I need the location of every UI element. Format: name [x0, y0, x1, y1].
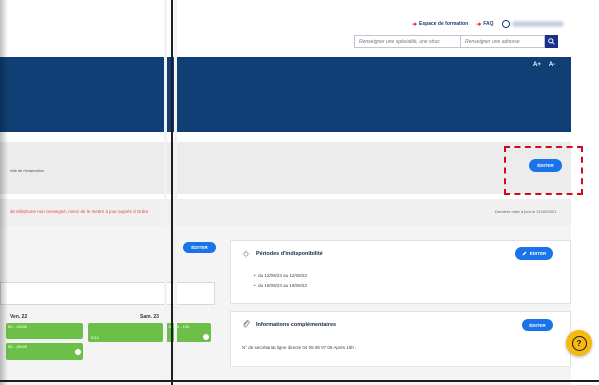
check-icon [75, 348, 81, 355]
additional-info-text: N° de secrétariat ligne directe 04 05 06… [242, 345, 357, 350]
check-icon [203, 334, 209, 340]
specialty-search-input[interactable] [354, 35, 461, 48]
top-links: ➜ Espace de formation ➜ FAQ [412, 20, 564, 28]
last-update-text: Dernière mise à jour le 21/09/2021 [495, 209, 557, 214]
status-band [0, 142, 571, 194]
faq-label: FAQ [483, 21, 494, 27]
unavailability-title: Périodes d'indisponibilité [256, 251, 323, 257]
period-text: du 19/09/23 au 19/09/23 [258, 283, 307, 288]
font-increase-button[interactable]: A+ [533, 62, 541, 68]
help-button[interactable]: ? [566, 330, 592, 356]
period-item: • du 12/09/23 au 12/09/23 [254, 273, 307, 278]
edit-schedule-button[interactable]: ÉDITER [183, 242, 216, 253]
training-space-label: Espace de formation [419, 21, 469, 27]
period-item: • du 19/09/23 au 19/09/23 [254, 283, 307, 288]
schedule-info-box [0, 282, 215, 305]
edit-unavailability-button[interactable]: ÉDITER [515, 247, 553, 260]
page: ➜ Espace de formation ➜ FAQ A+ A- rfait … [0, 0, 599, 385]
search-button[interactable] [545, 35, 558, 48]
period-text: du 12/09/23 au 12/09/23 [258, 273, 307, 278]
arrow-right-icon: ➜ [412, 21, 418, 28]
search-bar [354, 35, 558, 48]
time-slot-label: 0/12 [91, 335, 99, 340]
time-slot[interactable]: 0/12 [88, 323, 163, 342]
edit-schedule-label: ÉDITER [191, 245, 208, 250]
user-name-redacted [511, 21, 564, 27]
time-slot-label: 05 - 18h05 [8, 344, 28, 349]
bottom-divider [0, 380, 599, 382]
highlight-annotation [504, 146, 583, 195]
day-label-saturday: Sam. 23 [140, 314, 159, 320]
divider-line [164, 0, 167, 385]
warning-text: de téléphone non renseigné, merci de le … [10, 209, 149, 214]
left-edge-shadow [0, 0, 8, 385]
divider-line [171, 0, 173, 385]
pencil-icon [522, 251, 527, 256]
faq-link[interactable]: ➜ FAQ [476, 21, 493, 28]
additional-info-card [230, 311, 571, 367]
status-text: rfait de réclamation [10, 168, 45, 173]
edit-additional-info-label: ÉDITER [529, 322, 546, 328]
divider-line [174, 0, 177, 385]
font-decrease-button[interactable]: A- [549, 62, 555, 68]
help-icon: ? [571, 335, 587, 351]
training-space-link[interactable]: ➜ Espace de formation [412, 21, 468, 28]
search-icon [548, 38, 555, 45]
additional-info-title: Informations complémentaires [256, 322, 337, 328]
sun-icon [242, 250, 250, 258]
time-slot-label: 00 - 13h30 [8, 324, 28, 329]
font-size-controls: A+ A- [533, 62, 555, 68]
edit-additional-info-button[interactable]: ÉDITER [522, 319, 553, 331]
user-icon [501, 20, 510, 28]
arrow-right-icon: ➜ [476, 21, 482, 28]
profile-banner [0, 57, 571, 132]
address-search-input[interactable] [461, 35, 545, 48]
time-slot[interactable]: 00 - 13h30 [6, 323, 83, 339]
paperclip-icon [243, 320, 250, 328]
time-slot[interactable]: 05 - 18h05 [6, 343, 83, 360]
day-label-friday: Ven. 22 [10, 314, 28, 320]
user-menu[interactable] [501, 20, 564, 28]
edit-unavailability-label: ÉDITER [529, 251, 547, 256]
